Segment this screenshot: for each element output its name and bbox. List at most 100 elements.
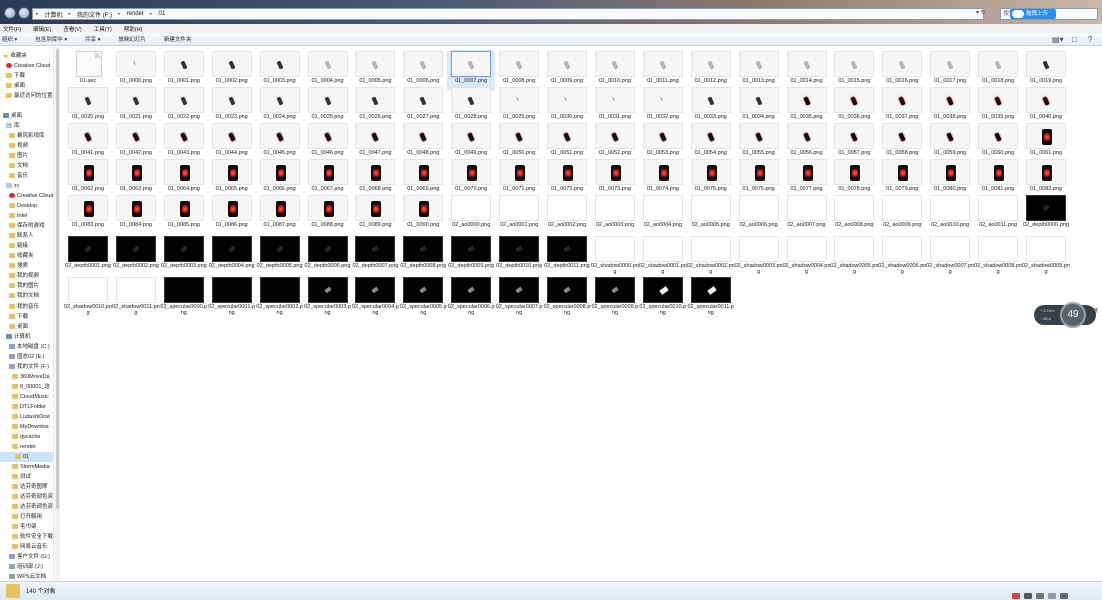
file-item[interactable]: 01_0048.png — [399, 123, 447, 163]
sidebar-item[interactable]: Desktop — [0, 201, 53, 211]
new-folder-button[interactable]: 新建文件夹 — [164, 35, 192, 43]
file-item[interactable]: 01_0070.png — [447, 159, 495, 199]
file-item[interactable]: 01_0017.png — [926, 51, 974, 91]
file-item[interactable]: 01_0086.png — [208, 195, 256, 235]
sidebar-item[interactable]: MyDownloa — [0, 422, 53, 432]
file-item[interactable]: 01_0049.png — [447, 123, 495, 163]
sidebar-item[interactable]: 收藏夹 — [0, 251, 53, 261]
file-item[interactable]: 02_ao0006.png — [735, 195, 783, 235]
tray-app-icon[interactable] — [1036, 593, 1044, 599]
file-item[interactable]: 01_0002.png — [208, 51, 256, 91]
sidebar-item[interactable]: 图片 — [0, 151, 53, 161]
forward-button[interactable] — [18, 7, 30, 19]
sidebar-item[interactable]: Creative Cloud — [0, 191, 53, 201]
sidebar-item[interactable]: LudashiDow — [0, 412, 53, 422]
file-item[interactable]: 01_0079.png — [878, 159, 926, 199]
speed-percent[interactable]: 49 — [1060, 302, 1086, 328]
tray-app-icon[interactable] — [1060, 593, 1068, 599]
file-item[interactable]: 02_depth0008.png — [399, 236, 447, 276]
sidebar-item[interactable]: 我的文件 (F:) — [0, 362, 53, 372]
breadcrumb-chevron-icon[interactable]: ▸ — [69, 11, 72, 17]
file-item[interactable]: 01_0043.png — [160, 123, 208, 163]
file-item[interactable]: 01_0032.png — [639, 87, 687, 127]
sidebar-item[interactable]: 固态02 (E:) — [0, 352, 53, 362]
file-item[interactable]: 01_0013.png — [735, 51, 783, 91]
menu-view[interactable]: 查看(V) — [63, 25, 81, 33]
file-item[interactable]: 01_0031.png — [591, 87, 639, 127]
file-item[interactable]: 01_0001.png — [160, 51, 208, 91]
file-item[interactable]: 01_0014.png — [783, 51, 831, 91]
sidebar-item[interactable]: 我的视频 — [0, 271, 53, 281]
file-item[interactable]: 02_specular0006.png — [447, 277, 495, 317]
sidebar-item[interactable]: qycache — [0, 432, 53, 442]
sidebar-item[interactable]: Intel — [0, 211, 53, 221]
sidebar-item[interactable]: 联系人 — [0, 231, 53, 241]
sidebar-item[interactable]: 培训部 (J:) — [0, 562, 53, 572]
preview-pane-icon[interactable]: □ — [1072, 35, 1077, 44]
file-item[interactable]: 01_0046.png — [304, 123, 352, 163]
navigation-scrollbar[interactable] — [55, 47, 60, 581]
file-item[interactable]: 01_0024.png — [256, 87, 304, 127]
file-item[interactable]: 01_0051.png — [543, 123, 591, 163]
file-item[interactable]: 01_0034.png — [735, 87, 783, 127]
sidebar-item[interactable]: 达芬奇调色资 — [0, 502, 53, 512]
file-item[interactable]: 02_shadow0004.png — [783, 236, 831, 276]
file-item[interactable]: 02_ao0000.png — [447, 195, 495, 235]
menu-edit[interactable]: 编辑(E) — [33, 25, 51, 33]
upload-button[interactable]: 拖拽上传 — [1010, 9, 1056, 19]
file-item[interactable]: 01_0089.png — [351, 195, 399, 235]
sidebar-item[interactable]: 库 — [0, 121, 53, 131]
file-item[interactable]: 01_0009.png — [543, 51, 591, 91]
file-item[interactable]: 01_0004.png — [304, 51, 352, 91]
file-item[interactable]: 02_shadow0002.png — [687, 236, 735, 276]
sidebar-item[interactable]: render — [0, 442, 53, 452]
file-item[interactable]: 02_specular0003.png — [304, 277, 352, 317]
file-item[interactable]: 02_shadow0008.png — [974, 236, 1022, 276]
file-item[interactable]: 01_0057.png — [830, 123, 878, 163]
file-item[interactable]: 02_depth0006.png — [304, 236, 352, 276]
file-item[interactable]: 02_specular0007.png — [495, 277, 543, 317]
breadcrumb-drive-f[interactable]: 我的文件 (F:) — [77, 10, 112, 19]
file-item[interactable]: 01_0006.png — [399, 51, 447, 91]
file-item[interactable]: 01_0083.png — [64, 195, 112, 235]
file-item[interactable]: 01_0019.png — [1022, 51, 1070, 91]
file-item[interactable]: 01_0027.png — [399, 87, 447, 127]
file-item[interactable]: 01_0026.png — [351, 87, 399, 127]
file-item[interactable]: 01_0076.png — [735, 159, 783, 199]
file-item[interactable]: 02_shadow0000.png — [591, 236, 639, 276]
file-item[interactable]: 01_0037.png — [878, 87, 926, 127]
file-item[interactable]: 01_0011.png — [639, 51, 687, 91]
file-item[interactable]: 02_specular0001.png — [208, 277, 256, 317]
sidebar-item[interactable]: ★ 收藏夹 — [0, 51, 53, 61]
file-item[interactable]: 01_0069.png — [399, 159, 447, 199]
sidebar-item[interactable]: 桌面 — [0, 111, 53, 121]
sidebar-item[interactable]: 01 — [0, 451, 53, 462]
file-item[interactable]: 01_0056.png — [783, 123, 831, 163]
address-dropdown-icon[interactable]: ▾ ↻ — [976, 9, 986, 16]
file-item[interactable]: 02_shadow0011.png — [112, 277, 160, 317]
file-item[interactable]: 01_0058.png — [878, 123, 926, 163]
file-item[interactable]: 01_0030.png — [543, 87, 591, 127]
file-item[interactable]: 02_ao0007.png — [783, 195, 831, 235]
sidebar-item[interactable]: 360MoveDa — [0, 372, 53, 382]
file-item[interactable]: 01_0003.png — [256, 51, 304, 91]
file-item[interactable]: 02_depth0009.png — [447, 236, 495, 276]
sidebar-item[interactable]: 视频 — [0, 141, 53, 151]
file-item[interactable]: 01_0029.png — [495, 87, 543, 127]
file-item[interactable]: 01_0018.png — [974, 51, 1022, 91]
file-item[interactable]: 01_0023.png — [208, 87, 256, 127]
sidebar-item[interactable]: 我的文档 — [0, 291, 53, 301]
sidebar-item[interactable]: 达芬奇图摩 — [0, 482, 53, 492]
file-item[interactable]: 02_specular0011.png — [687, 277, 735, 317]
sidebar-item[interactable]: StormMedia — [0, 462, 53, 472]
file-item[interactable]: 02_specular0002.png — [256, 277, 304, 317]
file-item[interactable]: 01_0066.png — [256, 159, 304, 199]
file-item[interactable]: 02_shadow0010.png — [64, 277, 112, 317]
file-item[interactable]: 01_0088.png — [304, 195, 352, 235]
share-button[interactable]: 共享 ▾ — [85, 35, 100, 43]
file-item[interactable]: 02_ao0005.png — [687, 195, 735, 235]
file-item[interactable]: 01_0071.png — [495, 159, 543, 199]
file-item[interactable]: 01_0055.png — [735, 123, 783, 163]
file-item[interactable]: 01.aec — [64, 51, 112, 91]
breadcrumb-chevron-icon[interactable]: ▸ — [118, 11, 121, 17]
